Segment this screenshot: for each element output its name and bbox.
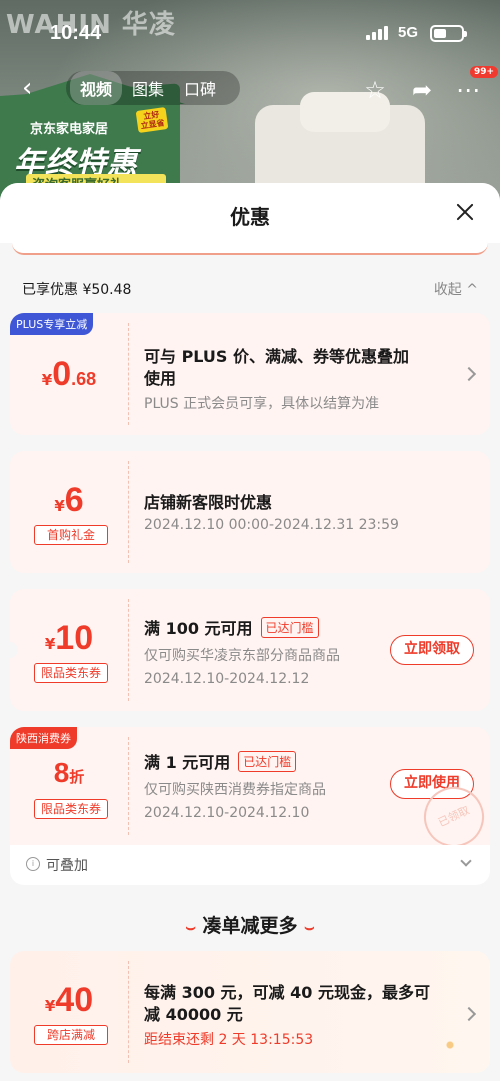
coupon-subtitle: PLUS 正式会员可享，具体以结算为准 <box>144 396 380 412</box>
favorite-star-icon[interactable]: ☆ <box>361 76 389 104</box>
coupon-type-chip: 限品类东券 <box>34 663 108 683</box>
promo-title: 每满 300 元，可减 40 元现金，最多可 <box>144 983 430 1002</box>
coupon-title-line2: 使用 <box>144 369 177 388</box>
coupon-type-chip: 限品类东券 <box>34 799 108 819</box>
coupon-divider <box>128 599 129 701</box>
network-type: 5G <box>398 24 419 41</box>
enjoyed-row: 已享优惠 ¥50.48 收起 ^ <box>0 273 500 303</box>
coupon-card-new-customer[interactable]: ¥6 首购礼金 店铺新客限时优惠 2024.12.10 00:00-2024.1… <box>10 451 490 573</box>
share-icon[interactable]: ➦ <box>408 76 436 104</box>
amount-integer: 6 <box>64 481 84 519</box>
back-arrow-icon[interactable]: ‹ <box>22 75 44 101</box>
threshold-reached-badge: 已达门槛 <box>260 617 319 638</box>
coupon-title: 满 100 元可用 已达门槛 <box>144 615 319 639</box>
coupon-divider <box>128 737 129 835</box>
more-dots-icon[interactable]: ⋯ <box>454 76 482 104</box>
coupon-validity: 2024.12.10 00:00-2024.12.31 23:59 <box>144 517 399 533</box>
message-count-badge: 99+ <box>470 66 499 78</box>
amount-decimal: .68 <box>71 369 97 389</box>
coupon-card-10-yuan: ¥10 限品类东券 满 100 元可用 已达门槛 仅可购买华凌京东部分商品商品 2… <box>10 589 490 711</box>
coupon-divider <box>128 323 129 425</box>
tab-gallery[interactable]: 图集 <box>122 71 174 105</box>
threshold-reached-badge: 已达门槛 <box>238 751 297 772</box>
coupon-card-shaanxi: 陕西消费券 8折 限品类东券 满 1 元可用 已达门槛 仅可购买陕西消费券指定商品… <box>10 727 490 845</box>
coupon-validity: 2024.12.10-2024.12.10 <box>144 805 310 821</box>
collapse-toggle[interactable]: 收起 ^ <box>434 279 478 299</box>
currency-symbol: ¥ <box>41 371 53 389</box>
coupon-scope: 仅可购买华凌京东部分商品商品 <box>144 648 340 664</box>
coupon-title: 满 1 元可用 已达门槛 <box>144 749 297 773</box>
chevron-right-icon <box>461 366 477 382</box>
status-bar: 10:44 5G <box>0 0 500 66</box>
currency-symbol: ¥ <box>44 997 56 1015</box>
coupon-threshold: 满 1 元可用 <box>144 753 231 772</box>
battery-level <box>434 29 446 38</box>
currency-symbol: ¥ <box>44 635 56 653</box>
previous-card-edge <box>12 243 488 255</box>
signal-icon <box>366 26 390 40</box>
coupon-title: 可与 PLUS 价、满减、券等优惠叠加 <box>144 347 410 366</box>
enjoyed-amount: 已享优惠 ¥50.48 <box>22 282 132 298</box>
amount-integer: 10 <box>55 619 94 657</box>
promo-countdown: 距结束还剩 2 天 13:15:53 <box>144 1032 314 1048</box>
smile-right-icon: ⌣ <box>304 917 315 936</box>
tab-video[interactable]: 视频 <box>70 71 123 105</box>
more-savings-title: 凑单减更多 <box>202 915 298 937</box>
coupon-title: 店铺新客限时优惠 <box>144 493 273 512</box>
chevron-right-icon <box>461 1006 477 1022</box>
status-time: 10:44 <box>50 22 102 44</box>
discount-sheet: 优惠 已享优惠 ¥50.48 收起 ^ PLUS专享立减 ¥0.68 可与 PL… <box>0 183 500 1081</box>
close-icon[interactable] <box>452 199 478 225</box>
firework-decoration <box>430 1025 470 1065</box>
promo-small-text: 京东家电家居 <box>30 122 109 137</box>
coupon-type-chip: 首购礼金 <box>34 525 108 545</box>
coupon-amount: ¥10 <box>10 619 128 658</box>
battery-icon <box>430 25 467 42</box>
amount-integer: 8 <box>53 757 70 788</box>
promo-tag: 立好 立显省 <box>135 107 169 133</box>
media-tabs: 视频 图集 口碑 <box>66 71 240 105</box>
shaanxi-corner-badge: 陕西消费券 <box>10 727 77 749</box>
chevron-down-icon <box>460 855 472 867</box>
coupon-card-plus[interactable]: PLUS专享立减 ¥0.68 可与 PLUS 价、满减、券等优惠叠加 使用 PL… <box>10 313 490 435</box>
amount-integer: 0 <box>52 355 72 393</box>
coupon-divider <box>128 461 129 563</box>
sheet-title: 优惠 <box>230 205 270 229</box>
stackable-label: 可叠加 <box>46 858 88 874</box>
coupon-threshold: 满 100 元可用 <box>144 619 253 638</box>
promo-title-line2: 减 40000 元 <box>144 1005 243 1024</box>
coupon-scope: 仅可购买陕西消费券指定商品 <box>144 782 326 798</box>
coupon-amount: ¥0.68 <box>10 355 128 394</box>
promo-amount: ¥40 <box>10 981 128 1020</box>
coupon-divider <box>128 961 129 1063</box>
top-nav: ‹ 视频 图集 口碑 ☆ ➦ ⋯ 99+ <box>0 66 500 110</box>
coupon-amount: 8折 <box>10 757 128 789</box>
amount-integer: 40 <box>55 981 94 1019</box>
coupon-amount: ¥6 <box>10 481 128 520</box>
currency-symbol: ¥ <box>54 497 65 515</box>
cross-store-promo-card[interactable]: ¥40 跨店满减 每满 300 元，可减 40 元现金，最多可 减 40000 … <box>10 951 490 1073</box>
smile-left-icon: ⌣ <box>185 917 196 936</box>
discount-unit: 折 <box>69 768 85 786</box>
info-icon: i <box>26 857 40 871</box>
claim-now-button[interactable]: 立即领取 <box>390 635 474 665</box>
coupon-validity: 2024.12.10-2024.12.12 <box>144 671 310 687</box>
sheet-header: 优惠 <box>0 183 500 243</box>
tab-reviews[interactable]: 口碑 <box>174 71 226 105</box>
promo-type-chip: 跨店满减 <box>34 1025 108 1045</box>
more-savings-heading: ⌣ 凑单减更多 ⌣ <box>0 911 500 938</box>
stackable-row[interactable]: i 可叠加 <box>10 845 490 885</box>
plus-corner-badge: PLUS专享立减 <box>10 313 94 335</box>
